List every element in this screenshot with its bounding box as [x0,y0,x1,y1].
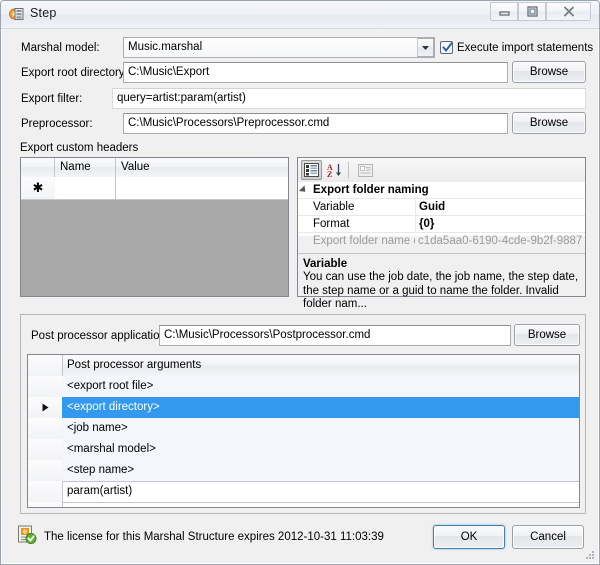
table-row[interactable]: <export root file> [28,376,579,398]
browse-preprocessor-button[interactable]: Browse [512,112,586,134]
table-row[interactable]: <job name> [28,418,579,440]
post-processor-column-header[interactable]: Post processor arguments [62,355,579,376]
export-filter-label: Export filter: [21,93,83,105]
categorized-view-button[interactable] [301,160,322,180]
post-processor-application-label: Post processor application: [31,330,170,342]
custom-headers-col-name[interactable]: Name [55,158,116,177]
property-category-label: Export folder naming [313,184,429,196]
property-name-example: Export folder name exan [313,235,415,247]
marshal-model-value: Music.marshal [128,41,203,53]
minimize-button[interactable] [490,2,518,21]
svg-text:Z: Z [327,170,332,178]
resize-grip[interactable] [584,549,596,561]
preprocessor-input[interactable]: C:\Music\Processors\Preprocessor.cmd [123,113,508,134]
property-value-format[interactable]: {0} [415,216,585,232]
app-step-icon [9,6,25,22]
preprocessor-label: Preprocessor: [21,118,93,130]
toolbar-separator [348,162,349,178]
row-header-current[interactable] [28,397,63,418]
property-pages-button[interactable] [355,160,376,180]
license-status-text: The license for this Marshal Structure e… [44,531,384,543]
table-row[interactable]: param(artist) [28,481,579,503]
export-filter-input[interactable]: query=artist:param(artist) [112,88,586,109]
property-row-example: Export folder name exan c1da5aa0-6190-4c… [298,233,585,249]
window-title: Step [30,6,57,20]
property-grid-rows: Export folder naming Variable Guid Forma… [298,182,585,247]
browse-preprocessor-label: Browse [529,117,569,129]
post-processor-application-value: C:\Music\Processors\Postprocessor.cmd [164,329,371,341]
custom-headers-new-value-cell[interactable] [116,177,288,199]
license-certificate-icon [17,525,37,548]
export-root-directory-label: Export root directory: [21,67,128,79]
property-grid[interactable]: A Z Export folder naming Variable Guid F… [297,157,586,310]
new-row-asterisk-icon: ✱ [28,502,63,507]
property-category-row[interactable]: Export folder naming [298,182,585,199]
custom-headers-header-row: Name Value [21,158,288,178]
export-root-directory-input[interactable]: C:\Music\Export [123,62,508,83]
chevron-down-icon[interactable] [417,38,434,57]
row-header[interactable] [28,439,63,460]
post-processor-application-input[interactable]: C:\Music\Processors\Postprocessor.cmd [159,325,511,346]
property-row-variable[interactable]: Variable Guid [298,199,585,216]
property-name-variable: Variable [313,201,355,213]
close-button[interactable] [546,2,591,21]
browse-post-processor-button[interactable]: Browse [514,324,580,346]
new-row-asterisk-icon: ✱ [21,177,56,199]
post-processor-arg-1[interactable]: <export directory> [62,397,579,418]
marshal-model-combobox[interactable]: Music.marshal [123,37,435,58]
browse-export-root-button[interactable]: Browse [512,61,586,83]
custom-headers-new-name-cell[interactable] [55,177,116,199]
custom-headers-grid[interactable]: Name Value ✱ [20,157,289,297]
table-row[interactable]: <marshal model> [28,439,579,461]
preprocessor-value: C:\Music\Processors\Preprocessor.cmd [128,117,330,129]
export-root-directory-value: C:\Music\Export [128,66,210,78]
execute-import-checkbox[interactable] [440,41,453,54]
post-processor-header-row: Post processor arguments [28,355,579,377]
row-header[interactable] [28,481,63,502]
table-row[interactable]: <export directory> [28,397,579,419]
property-name-format: Format [313,218,350,230]
post-processor-new-cell[interactable] [62,502,579,507]
custom-headers-col-value[interactable]: Value [116,158,288,177]
step-dialog-window: Step Marshal model: Music.marshal Execut… [0,0,600,565]
post-processor-arg-0[interactable]: <export root file> [62,376,579,397]
post-processor-arg-4[interactable]: <step name> [62,460,579,481]
collapse-expander-icon[interactable] [298,185,309,195]
property-grid-help-pane: Variable You can use the job date, the j… [298,253,585,310]
header-row-selector[interactable] [28,355,63,376]
row-header[interactable] [28,418,63,439]
browse-export-root-label: Browse [529,66,569,78]
custom-headers-new-row[interactable]: ✱ [21,177,288,200]
post-processor-arg-2[interactable]: <job name> [62,418,579,439]
ok-button-label: OK [460,531,478,543]
alphabetical-sort-button[interactable]: A Z [324,160,345,180]
execute-import-label: Execute import statements [457,42,594,54]
property-value-variable[interactable]: Guid [415,199,585,215]
post-processor-arg-5[interactable]: param(artist) [62,481,579,502]
property-grid-toolbar: A Z [298,158,585,183]
browse-post-processor-label: Browse [527,329,567,341]
current-row-arrow-icon [42,403,48,412]
export-custom-headers-label: Export custom headers [20,142,139,154]
cancel-button[interactable]: Cancel [512,525,584,549]
title-bar: Step [1,1,599,29]
property-help-body: You can use the job date, the job name, … [303,271,579,310]
row-header[interactable] [28,376,63,397]
cancel-button-label: Cancel [530,531,566,543]
row-header[interactable] [28,460,63,481]
maximize-button[interactable] [518,2,546,21]
custom-headers-col-selector[interactable] [21,158,55,177]
property-value-example: c1da5aa0-6190-4cde-9b2f-9887 [418,235,583,247]
post-processor-arguments-grid[interactable]: Post processor arguments <export root fi… [27,354,580,508]
post-processor-new-row[interactable]: ✱ [28,502,579,507]
property-row-format[interactable]: Format {0} [298,216,585,233]
export-filter-value: query=artist:param(artist) [117,92,246,104]
property-help-title: Variable [303,258,348,270]
post-processor-arg-3[interactable]: <marshal model> [62,439,579,460]
table-row[interactable]: <step name> [28,460,579,482]
ok-button[interactable]: OK [433,525,505,549]
marshal-model-label: Marshal model: [21,42,100,54]
